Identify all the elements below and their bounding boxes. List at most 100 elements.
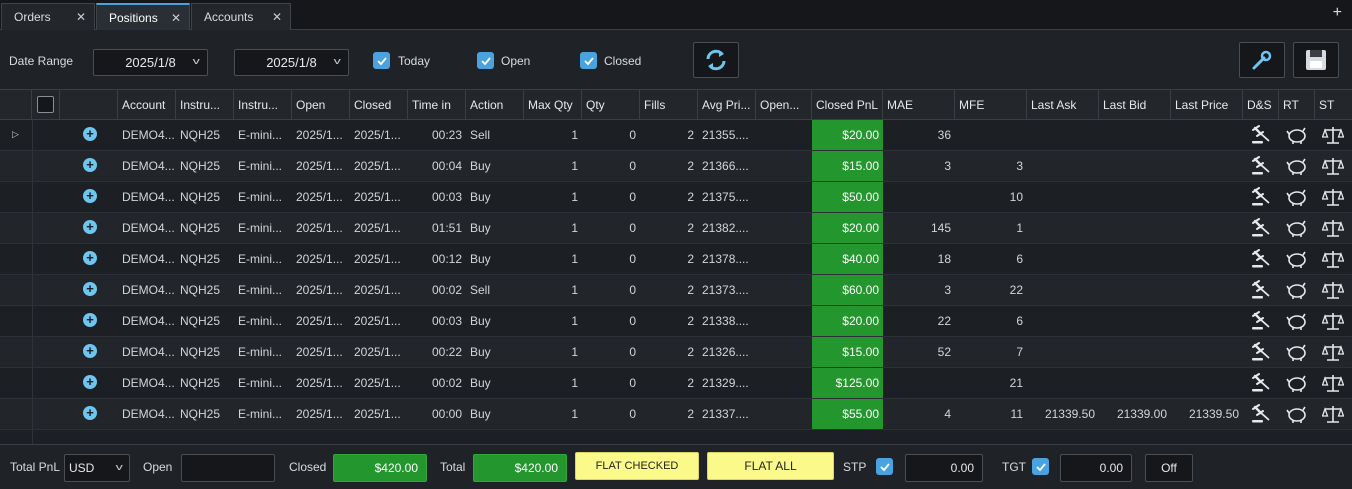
scales-icon[interactable] — [1321, 218, 1345, 238]
stp-input[interactable]: 0.00 — [905, 454, 983, 482]
off-button[interactable]: Off — [1145, 454, 1193, 482]
table-row[interactable]: + DEMO4... NQH25 E-mini... 2025/1... 2025/1..… — [0, 275, 1352, 306]
open-checkbox[interactable] — [477, 52, 494, 69]
col-account[interactable]: Account — [118, 90, 176, 120]
table-row[interactable]: + DEMO4... NQH25 E-mini... 2025/1... 2025/1..… — [0, 213, 1352, 244]
flat-all-button[interactable]: FLAT ALL — [707, 452, 834, 480]
table-row[interactable]: + DEMO4... NQH25 E-mini... 2025/1... 2025/1..… — [0, 337, 1352, 368]
gavel-icon[interactable] — [1250, 342, 1272, 362]
scales-icon[interactable] — [1321, 404, 1345, 424]
col-instrument[interactable]: Instru... — [176, 90, 234, 120]
table-row[interactable]: + DEMO4... NQH25 E-mini... 2025/1... 2025/1..… — [0, 306, 1352, 337]
gavel-icon[interactable] — [1250, 125, 1272, 145]
col-ds[interactable]: D&S — [1243, 90, 1279, 120]
gavel-icon[interactable] — [1250, 280, 1272, 300]
piggy-icon[interactable] — [1286, 156, 1308, 176]
col-action[interactable]: Action — [466, 90, 524, 120]
tab-orders[interactable]: Orders ✕ — [1, 3, 95, 30]
col-closed-pnl[interactable]: Closed PnL — [812, 90, 883, 120]
scales-icon[interactable] — [1321, 280, 1345, 300]
cell-instrument-name: E-mini... — [238, 128, 283, 142]
date-to-picker[interactable]: 2025/1/8 v — [234, 49, 349, 76]
closed-checkbox[interactable] — [580, 52, 597, 69]
table-row[interactable]: + DEMO4... NQH25 E-mini... 2025/1... 2025/1..… — [0, 399, 1352, 430]
gavel-icon[interactable] — [1250, 311, 1272, 331]
refresh-button[interactable] — [693, 42, 739, 78]
settings-button[interactable] — [1239, 42, 1285, 78]
header-select-all[interactable] — [32, 90, 60, 120]
col-time-in[interactable]: Time in — [408, 90, 466, 120]
select-all-checkbox[interactable] — [37, 96, 54, 113]
close-icon[interactable]: ✕ — [272, 10, 282, 24]
gavel-icon[interactable] — [1250, 187, 1272, 207]
piggy-icon[interactable] — [1286, 404, 1308, 424]
tgt-checkbox[interactable] — [1032, 458, 1049, 475]
save-button[interactable] — [1293, 42, 1339, 78]
scales-icon[interactable] — [1321, 373, 1345, 393]
piggy-icon[interactable] — [1286, 125, 1308, 145]
expand-row-icon[interactable]: + — [83, 158, 97, 172]
col-open-pnl[interactable]: Open... — [756, 90, 812, 120]
tgt-input[interactable]: 0.00 — [1060, 454, 1132, 482]
table-row[interactable]: + DEMO4... NQH25 E-mini... 2025/1... 2025/1..… — [0, 244, 1352, 275]
col-mfe[interactable]: MFE — [955, 90, 1027, 120]
currency-select[interactable]: USD v — [64, 454, 130, 482]
col-last-ask[interactable]: Last Ask — [1027, 90, 1099, 120]
col-st[interactable]: ST — [1315, 90, 1352, 120]
col-max-qty[interactable]: Max Qty — [524, 90, 582, 120]
gavel-icon[interactable] — [1250, 218, 1272, 238]
table-row[interactable]: + DEMO4... NQH25 E-mini... 2025/1... 2025/1..… — [0, 368, 1352, 399]
expand-row-icon[interactable]: + — [83, 406, 97, 420]
piggy-icon[interactable] — [1286, 218, 1308, 238]
expand-row-icon[interactable]: + — [83, 282, 97, 296]
piggy-icon[interactable] — [1286, 342, 1308, 362]
col-fills[interactable]: Fills — [640, 90, 698, 120]
piggy-icon[interactable] — [1286, 249, 1308, 269]
expand-row-icon[interactable]: + — [83, 127, 97, 141]
add-tab-icon[interactable]: + — [1333, 4, 1342, 22]
expand-row-icon[interactable]: + — [83, 313, 97, 327]
expand-row-icon[interactable]: + — [83, 189, 97, 203]
chevron-down-icon: v — [115, 462, 123, 472]
scales-icon[interactable] — [1321, 187, 1345, 207]
col-last-bid[interactable]: Last Bid — [1099, 90, 1171, 120]
cell-last-price — [1171, 306, 1243, 336]
expand-row-icon[interactable]: + — [83, 344, 97, 358]
stp-checkbox[interactable] — [876, 458, 893, 475]
col-instrument-name[interactable]: Instru... — [234, 90, 292, 120]
close-icon[interactable]: ✕ — [76, 10, 86, 24]
gavel-icon[interactable] — [1250, 249, 1272, 269]
table-row[interactable]: + DEMO4... NQH25 E-mini... 2025/1... 2025/1..… — [0, 182, 1352, 213]
table-row[interactable]: + DEMO4... NQH25 E-mini... 2025/1... 2025/1..… — [0, 151, 1352, 182]
piggy-icon[interactable] — [1286, 373, 1308, 393]
close-icon[interactable]: ✕ — [171, 11, 181, 25]
tab-positions[interactable]: Positions ✕ — [96, 3, 190, 30]
col-rt[interactable]: RT — [1279, 90, 1315, 120]
col-last-price[interactable]: Last Price — [1171, 90, 1243, 120]
expand-row-icon[interactable]: + — [83, 251, 97, 265]
col-closed[interactable]: Closed — [350, 90, 408, 120]
col-qty[interactable]: Qty — [582, 90, 640, 120]
scales-icon[interactable] — [1321, 311, 1345, 331]
piggy-icon[interactable] — [1286, 280, 1308, 300]
scales-icon[interactable] — [1321, 342, 1345, 362]
flat-checked-button[interactable]: FLAT CHECKED — [575, 452, 699, 480]
gavel-icon[interactable] — [1250, 373, 1272, 393]
cell-account: DEMO4... — [122, 159, 175, 173]
date-from-picker[interactable]: 2025/1/8 v — [93, 49, 208, 76]
scales-icon[interactable] — [1321, 125, 1345, 145]
expand-row-icon[interactable]: + — [83, 220, 97, 234]
tab-accounts[interactable]: Accounts ✕ — [191, 3, 291, 30]
gavel-icon[interactable] — [1250, 404, 1272, 424]
col-mae[interactable]: MAE — [883, 90, 955, 120]
col-avg-price[interactable]: Avg Pri... — [698, 90, 756, 120]
today-checkbox[interactable] — [373, 52, 390, 69]
table-row[interactable]: ▷ + DEMO4... NQH25 E-mini... 2025/1... 2025/1.… — [0, 120, 1352, 151]
piggy-icon[interactable] — [1286, 187, 1308, 207]
scales-icon[interactable] — [1321, 156, 1345, 176]
gavel-icon[interactable] — [1250, 156, 1272, 176]
expand-row-icon[interactable]: + — [83, 375, 97, 389]
col-open[interactable]: Open — [292, 90, 350, 120]
scales-icon[interactable] — [1321, 249, 1345, 269]
piggy-icon[interactable] — [1286, 311, 1308, 331]
